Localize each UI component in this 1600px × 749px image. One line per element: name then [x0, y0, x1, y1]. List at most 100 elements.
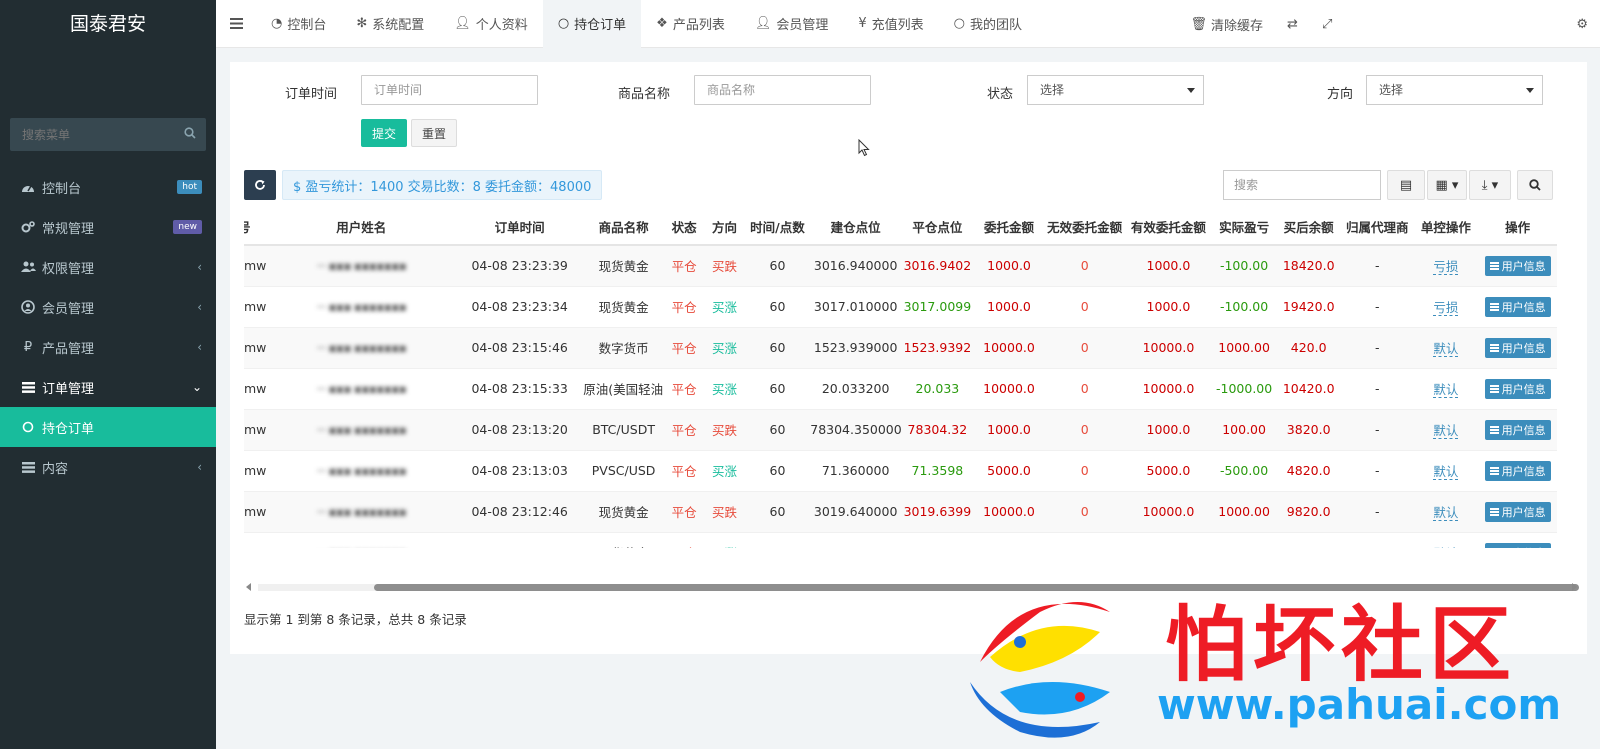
tab-positions[interactable]: ○ 持仓订单 — [542, 0, 642, 48]
cell-control[interactable]: 亏损 — [1413, 244, 1479, 286]
control-link[interactable]: 默认 — [1433, 505, 1459, 521]
columns-dropdown-button[interactable]: ▦ ▾ — [1427, 170, 1467, 200]
col-header-direction[interactable]: 方向 — [704, 208, 745, 246]
cell-actions[interactable]: 用户信息 — [1478, 449, 1557, 491]
cell-control[interactable]: 默认 — [1413, 531, 1479, 548]
cell-actions[interactable]: 用户信息 — [1478, 408, 1557, 450]
control-link[interactable]: 默认 — [1433, 464, 1459, 480]
tab-profile[interactable]: 👤︎ 个人资料 — [439, 0, 543, 48]
product-name-input[interactable]: 商品名称 — [694, 75, 871, 105]
sidebar-item-label: 控制台 — [42, 181, 82, 197]
cell-status: 平仓 — [663, 408, 705, 450]
sidebar-item-permissions[interactable]: 权限管理 ‹ — [0, 247, 216, 287]
cell-control[interactable]: 默认 — [1413, 449, 1479, 491]
submit-button[interactable]: 提交 — [361, 119, 407, 147]
col-header-profit[interactable]: 实际盈亏 — [1211, 208, 1277, 246]
brand-logo[interactable]: 国泰君安 — [0, 0, 216, 48]
cell-actions[interactable]: 用户信息 — [1478, 244, 1557, 286]
user-info-button[interactable]: 用户信息 — [1484, 255, 1551, 276]
cell-control[interactable]: 亏损 — [1413, 285, 1479, 327]
sidebar-search-input[interactable] — [10, 118, 206, 151]
user-info-button[interactable]: 用户信息 — [1484, 501, 1551, 522]
sidebar-item-general[interactable]: 常规管理 new — [0, 207, 216, 247]
cell-actions[interactable]: 用户信息 — [1478, 490, 1557, 532]
list-icon — [20, 459, 36, 475]
col-header-invalid-amount[interactable]: 无效委托金额 — [1044, 208, 1126, 246]
sidebar-item-products[interactable]: ₽ 产品管理 ‹ — [0, 327, 216, 367]
col-header-id[interactable]: 号 — [244, 208, 267, 246]
control-link[interactable]: 默认 — [1433, 546, 1459, 548]
col-header-close-price[interactable]: 平仓点位 — [901, 208, 974, 246]
user-info-button[interactable]: 用户信息 — [1484, 542, 1551, 548]
control-link[interactable]: 默认 — [1433, 382, 1459, 398]
col-header-actions[interactable]: 操作 — [1478, 208, 1557, 246]
tab-product-list[interactable]: ❖ 产品列表 — [641, 0, 740, 48]
control-link[interactable]: 默认 — [1433, 423, 1459, 439]
export-dropdown-button[interactable]: ⤓ ▾ — [1469, 170, 1511, 200]
col-header-balance[interactable]: 买后余额 — [1276, 208, 1341, 246]
cell-profit: -100.00 — [1211, 285, 1277, 327]
cell-actions[interactable]: 用户信息 — [1478, 326, 1557, 368]
cell-control[interactable]: 默认 — [1413, 326, 1479, 368]
cell-actions[interactable]: 用户信息 — [1478, 531, 1557, 548]
table-row: mw ··· ▪▪▪ ▪▪▪▪▪▪▪ 04-08 23:23:34 现货黄金 平仓 买涨 6… — [244, 285, 1557, 327]
order-time-input[interactable]: 订单时间 — [361, 75, 538, 105]
control-link[interactable]: 亏损 — [1433, 259, 1459, 276]
user-info-button[interactable]: 用户信息 — [1484, 296, 1551, 317]
col-header-agent[interactable]: 归属代理商 — [1340, 208, 1414, 246]
cell-control[interactable]: 默认 — [1413, 367, 1479, 409]
scroll-left-icon[interactable] — [246, 583, 251, 591]
sidebar-item-members[interactable]: 会员管理 ‹ — [0, 287, 216, 327]
fullscreen-icon[interactable]: ⤢ — [1310, 0, 1344, 48]
col-header-product[interactable]: 商品名称 — [583, 208, 664, 246]
user-info-button[interactable]: 用户信息 — [1484, 419, 1551, 440]
col-header-amount[interactable]: 委托金额 — [973, 208, 1045, 246]
search-icon[interactable] — [184, 127, 196, 139]
control-link[interactable]: 默认 — [1433, 341, 1459, 357]
user-info-button[interactable]: 用户信息 — [1484, 337, 1551, 358]
col-header-control[interactable]: 单控操作 — [1413, 208, 1479, 246]
col-header-duration[interactable]: 时间/点数 — [744, 208, 811, 246]
direction-select[interactable]: 选择 — [1366, 75, 1543, 105]
cell-product: 现货黄金 — [583, 244, 664, 286]
sidebar-search — [10, 118, 206, 151]
status-select[interactable]: 选择 — [1027, 75, 1204, 105]
user-info-button[interactable]: 用户信息 — [1484, 460, 1551, 481]
sidebar-item-dashboard[interactable]: 控制台 hot — [0, 167, 216, 207]
sidebar-item-positions[interactable]: 持仓订单 — [0, 407, 216, 447]
sidebar-item-label: 会员管理 — [42, 301, 95, 317]
reset-button[interactable]: 重置 — [411, 119, 457, 147]
sidebar-item-orders[interactable]: 订单管理 ⌄ — [0, 367, 216, 407]
cell-control[interactable]: 默认 — [1413, 490, 1479, 532]
col-header-open-price[interactable]: 建仓点位 — [810, 208, 902, 246]
list-icon — [1489, 384, 1499, 393]
translate-icon[interactable]: ⇄ — [1275, 0, 1310, 48]
table-search-input[interactable]: 搜索 — [1223, 170, 1381, 200]
control-link[interactable]: 亏损 — [1433, 300, 1459, 316]
tab-my-team[interactable]: ○ 我的团队 — [939, 0, 1037, 48]
user-info-button[interactable]: 用户信息 — [1484, 378, 1551, 399]
cell-control[interactable]: 默认 — [1413, 408, 1479, 450]
menu-toggle-icon[interactable] — [216, 0, 256, 48]
tab-dashboard[interactable]: ◔ 控制台 — [256, 0, 341, 48]
settings-icon[interactable]: ⚙ — [1564, 0, 1600, 48]
cell-duration: 60 — [744, 244, 811, 286]
list-icon — [1489, 507, 1499, 516]
col-header-user[interactable]: 用户姓名 — [266, 208, 457, 246]
tab-recharge-list[interactable]: ¥ 充值列表 — [843, 0, 938, 48]
sidebar-item-content[interactable]: 内容 ‹ — [0, 447, 216, 487]
col-header-valid-amount[interactable]: 有效委托金额 — [1125, 208, 1212, 246]
status-select-value: 选择 — [1040, 83, 1065, 97]
cell-actions[interactable]: 用户信息 — [1478, 367, 1557, 409]
grid-icon: ▦ ▾ — [1435, 177, 1459, 193]
advanced-search-button[interactable] — [1517, 170, 1553, 200]
refresh-button[interactable] — [244, 170, 276, 200]
cell-actions[interactable]: 用户信息 — [1478, 285, 1557, 327]
col-header-time[interactable]: 订单时间 — [456, 208, 584, 246]
toggle-view-button[interactable]: ▤ — [1387, 170, 1425, 200]
clear-cache-button[interactable]: 🗑︎ 清除缓存 — [1179, 0, 1276, 48]
tab-members[interactable]: 👤︎ 会员管理 — [740, 0, 844, 48]
tab-system-config[interactable]: ✻ 系统配置 — [341, 0, 439, 48]
cell-balance: 9820.0 — [1276, 490, 1341, 532]
col-header-status[interactable]: 状态 — [663, 208, 705, 246]
